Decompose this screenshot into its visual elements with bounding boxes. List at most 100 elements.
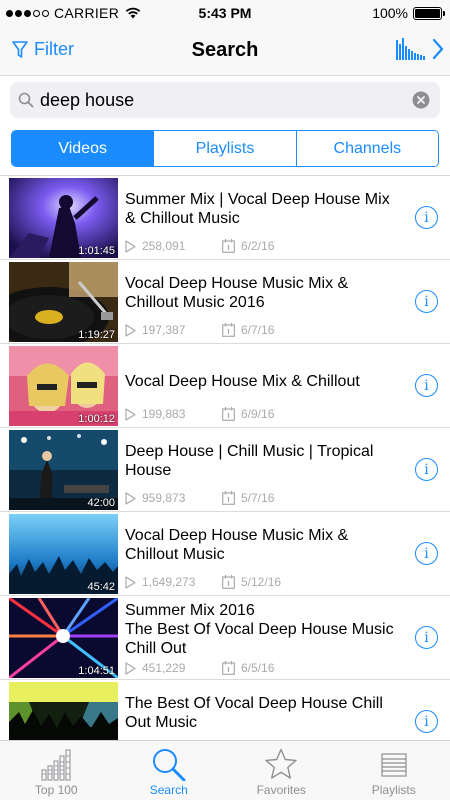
video-row[interactable]: 1:04:51 Summer Mix 2016 The Best Of Voca… <box>0 596 450 680</box>
view-count: 451,229 <box>142 661 186 675</box>
video-duration: 1:00:12 <box>78 413 115 425</box>
search-area: deep house <box>0 76 450 124</box>
video-title: Summer Mix | Vocal Deep House Mix & Chil… <box>125 191 390 227</box>
upload-date: 6/5/16 <box>241 661 275 675</box>
tab-label: Search <box>149 783 188 797</box>
video-title: The Best Of Vocal Deep House Chill Out M… <box>125 695 383 731</box>
info-button[interactable]: i <box>415 458 438 481</box>
segment-channels[interactable]: Channels <box>296 131 438 166</box>
view-count: 199,883 <box>142 407 186 421</box>
now-playing-button[interactable] <box>396 38 444 60</box>
tab-favorites[interactable]: Favorites <box>225 741 338 800</box>
info-icon: i <box>424 293 429 310</box>
upload-date: 6/9/16 <box>241 407 275 421</box>
status-bar: CARRIER 5:43 PM 100% <box>0 0 450 26</box>
info-icon: i <box>424 713 429 730</box>
equalizer-icon <box>396 38 425 60</box>
play-count-icon <box>125 661 136 675</box>
status-right: 100% <box>372 5 445 21</box>
tab-label: Playlists <box>371 783 416 797</box>
video-row[interactable]: The Best Of Vocal Deep House Chill Out M… <box>0 680 450 740</box>
battery-icon <box>413 6 445 20</box>
play-count-icon <box>125 491 136 505</box>
video-duration: 1:19:27 <box>78 329 115 341</box>
video-thumbnail[interactable]: 1:19:27 <box>9 262 118 342</box>
play-count-icon <box>125 239 136 253</box>
video-thumbnail[interactable] <box>9 682 118 740</box>
segment-videos[interactable]: Videos <box>12 131 155 166</box>
video-row[interactable]: 1:19:27 Vocal Deep House Music Mix & Chi… <box>0 260 450 344</box>
video-row[interactable]: 1:01:45 Summer Mix | Vocal Deep House Mi… <box>0 176 450 260</box>
calendar-icon <box>222 491 235 505</box>
video-row[interactable]: 45:42 Vocal Deep House Music Mix & Chill… <box>0 512 450 596</box>
info-icon: i <box>424 209 429 226</box>
video-title: Vocal Deep House Music Mix & Chillout Mu… <box>125 527 349 563</box>
info-button[interactable]: i <box>415 542 438 565</box>
video-title: Vocal Deep House Mix & Chillout <box>125 373 360 390</box>
play-count-icon <box>125 575 136 589</box>
info-icon: i <box>424 461 429 478</box>
view-count: 1,649,273 <box>142 575 196 589</box>
video-title: Summer Mix 2016 The Best Of Vocal Deep H… <box>125 602 394 657</box>
star-icon <box>265 748 297 779</box>
tab-label: Favorites <box>256 783 306 797</box>
video-duration: 45:42 <box>87 581 115 593</box>
video-duration: 1:04:51 <box>78 665 115 677</box>
tab-search[interactable]: Search <box>113 741 226 800</box>
info-button[interactable]: i <box>415 206 438 229</box>
calendar-icon <box>222 407 235 421</box>
chevron-right-icon <box>432 38 444 60</box>
video-duration: 42:00 <box>87 497 115 509</box>
video-thumbnail[interactable]: 1:01:45 <box>9 178 118 258</box>
calendar-icon <box>222 575 235 589</box>
video-meta: 258,091 6/2/16 <box>125 239 274 253</box>
upload-date: 5/7/16 <box>241 491 275 505</box>
magnifier-icon <box>18 92 34 108</box>
video-duration: 1:01:45 <box>78 245 115 257</box>
video-title: Vocal Deep House Music Mix & Chillout Mu… <box>125 275 349 311</box>
video-meta: 197,387 6/7/16 <box>125 323 274 337</box>
segmented-control: Videos Playlists Channels <box>11 130 439 167</box>
tab-label: Top 100 <box>34 783 78 797</box>
view-count: 258,091 <box>142 239 186 253</box>
video-row[interactable]: 1:00:12 Vocal Deep House Mix & Chillout … <box>0 344 450 428</box>
tab-bar: Top 100 Search Favorites Playlists <box>0 740 450 800</box>
video-thumbnail[interactable]: 1:00:12 <box>9 346 118 426</box>
video-thumbnail[interactable]: 1:04:51 <box>9 598 118 678</box>
view-count: 197,387 <box>142 323 186 337</box>
info-button[interactable]: i <box>415 374 438 397</box>
video-meta: 199,883 6/9/16 <box>125 407 274 421</box>
search-icon <box>152 749 186 781</box>
info-button[interactable]: i <box>415 290 438 313</box>
info-icon: i <box>424 545 429 562</box>
upload-date: 6/7/16 <box>241 323 275 337</box>
tab-playlists[interactable]: Playlists <box>338 741 450 800</box>
calendar-icon <box>222 239 235 253</box>
upload-date: 6/2/16 <box>241 239 275 253</box>
video-title: Deep House | Chill Music | Tropical Hous… <box>125 443 374 479</box>
list-icon <box>381 753 407 777</box>
view-count: 959,873 <box>142 491 186 505</box>
video-thumbnail[interactable]: 42:00 <box>9 430 118 510</box>
search-query: deep house <box>40 89 135 110</box>
info-icon: i <box>424 629 429 646</box>
segment-playlists[interactable]: Playlists <box>154 131 297 166</box>
video-thumbnail[interactable]: 45:42 <box>9 514 118 594</box>
clear-search-icon[interactable] <box>412 91 430 109</box>
video-meta: 959,873 5/7/16 <box>125 491 274 505</box>
info-button[interactable]: i <box>415 710 438 733</box>
calendar-icon <box>222 323 235 337</box>
info-icon: i <box>424 377 429 394</box>
upload-date: 5/12/16 <box>241 575 282 589</box>
video-list[interactable]: 1:01:45 Summer Mix | Vocal Deep House Mi… <box>0 175 450 740</box>
play-count-icon <box>125 407 136 421</box>
search-input[interactable]: deep house <box>10 82 440 118</box>
tab-top-100[interactable]: Top 100 <box>0 741 113 800</box>
video-meta: 451,229 6/5/16 <box>125 661 274 675</box>
bar-chart-icon <box>41 749 71 781</box>
video-meta: 1,649,273 5/12/16 <box>125 575 281 589</box>
navigation-bar: Filter Search <box>0 26 450 76</box>
info-button[interactable]: i <box>415 626 438 649</box>
video-row[interactable]: 42:00 Deep House | Chill Music | Tropica… <box>0 428 450 512</box>
calendar-icon <box>222 661 235 675</box>
